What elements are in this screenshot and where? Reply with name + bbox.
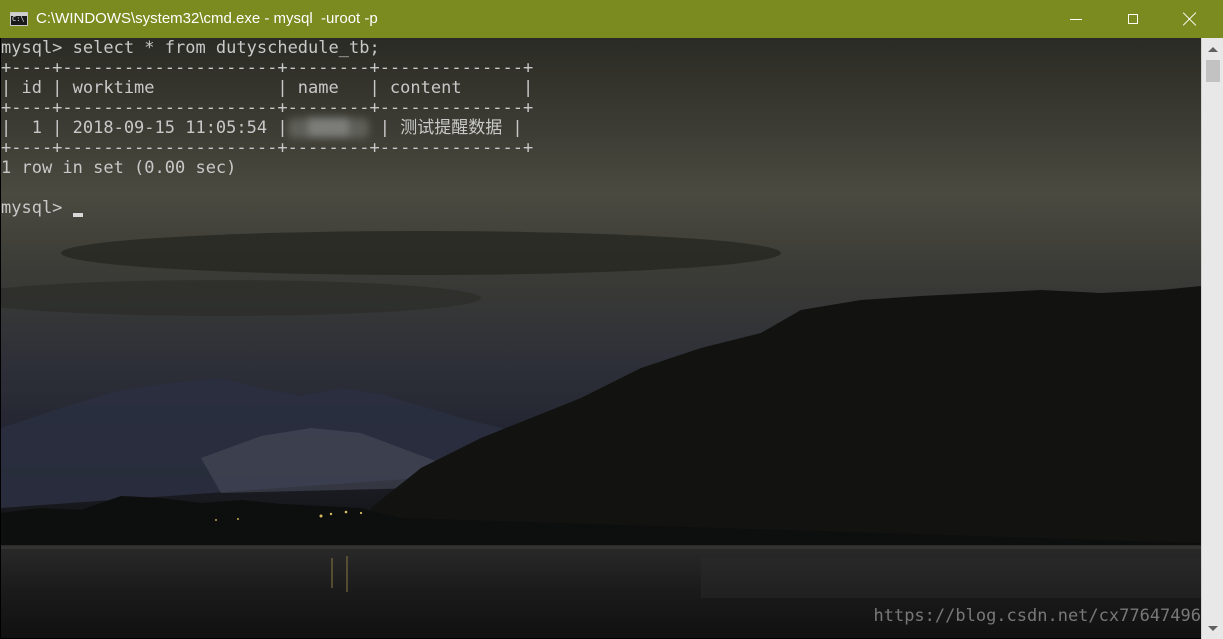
- arrow-down-icon: [1207, 625, 1218, 631]
- table-row: | 1 | 2018-09-15 11:05:54 | ▒▒▒▒ | 测试提醒数…: [1, 118, 1201, 138]
- table-header-row: | id | worktime | name | content |: [1, 78, 534, 98]
- title-bar[interactable]: C:\WINDOWS\system32\cmd.exe - mysql -uro…: [0, 0, 1223, 38]
- minimize-button[interactable]: [1047, 0, 1105, 38]
- close-button[interactable]: [1161, 0, 1219, 38]
- table-border: +----+---------------------+--------+---…: [1, 138, 534, 158]
- close-icon: [1183, 12, 1197, 26]
- scroll-up-button[interactable]: [1202, 40, 1223, 58]
- minimize-icon: [1070, 18, 1082, 20]
- prompt-line[interactable]: mysql>: [1, 198, 1201, 218]
- redacted-name: ▒▒▒▒: [287, 118, 370, 138]
- scroll-thumb[interactable]: [1206, 60, 1220, 82]
- maximize-icon: [1128, 14, 1138, 24]
- vertical-scrollbar[interactable]: [1201, 38, 1223, 639]
- watermark: https://blog.csdn.net/cx77647496: [873, 606, 1201, 626]
- terminal-line: mysql> select * from dutyschedule_tb;: [1, 38, 380, 58]
- table-row-content: 测试提醒数据 |: [389, 118, 523, 138]
- table-row-prefix: | 1 | 2018-09-15 11:05:54 |: [1, 118, 288, 138]
- cmd-icon[interactable]: [10, 12, 28, 26]
- console-area[interactable]: mysql> select * from dutyschedule_tb; +-…: [1, 38, 1201, 638]
- result-summary: 1 row in set (0.00 sec): [1, 158, 237, 178]
- scroll-down-button[interactable]: [1202, 619, 1223, 637]
- terminal-output[interactable]: mysql> select * from dutyschedule_tb; +-…: [1, 38, 1201, 218]
- window-title: C:\WINDOWS\system32\cmd.exe - mysql -uro…: [36, 10, 378, 27]
- table-border: +----+---------------------+--------+---…: [1, 58, 534, 78]
- table-row-separator: |: [369, 118, 390, 138]
- table-border: +----+---------------------+--------+---…: [1, 98, 534, 118]
- prompt: mysql>: [1, 198, 73, 218]
- arrow-up-icon: [1207, 46, 1218, 52]
- text-cursor: [72, 213, 83, 217]
- cmd-window: C:\WINDOWS\system32\cmd.exe - mysql -uro…: [0, 0, 1223, 639]
- maximize-button[interactable]: [1104, 0, 1162, 38]
